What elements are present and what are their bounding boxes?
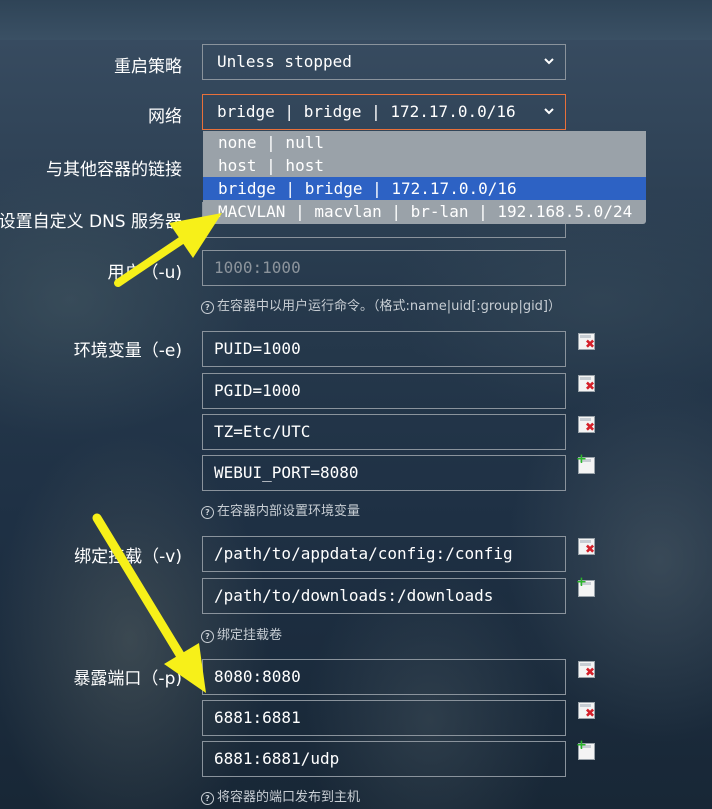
user-placeholder: 1000:1000 (214, 258, 301, 277)
network-option-bridge[interactable]: bridge | bridge | 172.17.0.0/16 (203, 177, 646, 200)
help-circle-icon: ? (201, 506, 214, 519)
env-input-2[interactable]: PGID=1000 (202, 373, 566, 409)
restart-policy-label: 重启策略 (114, 57, 182, 77)
network-option-host[interactable]: host | host (203, 154, 646, 177)
port-value: 8080:8080 (214, 667, 301, 686)
env-input-4[interactable]: WEBUI_PORT=8080 (202, 455, 566, 491)
help-circle-icon: ? (201, 792, 214, 805)
remove-row-icon[interactable]: ✖ (578, 538, 595, 555)
env-hint-text: 在容器内部设置环境变量 (217, 504, 361, 519)
env-value: PUID=1000 (214, 339, 301, 358)
add-row-icon[interactable]: + (576, 453, 595, 474)
help-circle-icon: ? (201, 630, 214, 643)
restart-policy-value: Unless stopped (217, 52, 352, 71)
user-label: 用户（-u) (107, 263, 182, 283)
env-input-1[interactable]: PUID=1000 (202, 331, 566, 367)
port-value: 6881:6881/udp (214, 749, 340, 768)
env-label: 环境变量（-e) (73, 341, 182, 361)
dns-label: 设置自定义 DNS 服务器 (0, 212, 182, 232)
network-select[interactable]: bridge | bridge | 172.17.0.0/16 (202, 94, 566, 130)
mount-value: /path/to/appdata/config:/config (214, 544, 513, 563)
env-value: TZ=Etc/UTC (214, 422, 311, 441)
mount-value: /path/to/downloads:/downloads (214, 586, 494, 605)
chevron-down-icon (544, 58, 554, 65)
mount-label: 绑定挂载（-v) (74, 547, 182, 567)
env-value: WEBUI_PORT=8080 (214, 463, 359, 482)
help-circle-icon: ? (201, 301, 214, 314)
mount-input-2[interactable]: /path/to/downloads:/downloads (202, 578, 566, 614)
remove-row-icon[interactable]: ✖ (578, 416, 595, 433)
remove-row-icon[interactable]: ✖ (578, 375, 595, 392)
ports-hint-text: 将容器的端口发布到主机 (217, 790, 361, 805)
port-input-3[interactable]: 6881:6881/udp (202, 741, 566, 777)
ports-hint: ? 将容器的端口发布到主机 (201, 786, 360, 805)
ports-label: 暴露端口（-p) (73, 669, 182, 689)
mount-input-1[interactable]: /path/to/appdata/config:/config (202, 536, 566, 572)
remove-row-icon[interactable]: ✖ (578, 333, 595, 350)
restart-policy-select[interactable]: Unless stopped (202, 44, 566, 80)
chevron-down-icon (544, 108, 554, 115)
network-dropdown[interactable]: none | null host | host bridge | bridge … (203, 131, 646, 224)
env-hint: ? 在容器内部设置环境变量 (201, 500, 360, 519)
env-value: PGID=1000 (214, 381, 301, 400)
mount-hint-text: 绑定挂载卷 (217, 628, 283, 643)
add-row-icon[interactable]: + (576, 739, 595, 760)
network-option-macvlan[interactable]: MACVLAN | macvlan | br-lan | 192.168.5.0… (203, 200, 646, 223)
remove-row-icon[interactable]: ✖ (578, 702, 595, 719)
user-hint-text: 在容器中以用户运行命令。（格式:name|uid[:group|gid]） (217, 299, 562, 314)
remove-row-icon[interactable]: ✖ (578, 661, 595, 678)
network-label: 网络 (148, 107, 182, 127)
add-row-icon[interactable]: + (576, 576, 595, 597)
top-bar (0, 0, 712, 40)
network-option-none[interactable]: none | null (203, 131, 646, 154)
port-value: 6881:6881 (214, 708, 301, 727)
network-value: bridge | bridge | 172.17.0.0/16 (217, 102, 516, 121)
user-input[interactable]: 1000:1000 (202, 250, 566, 286)
mount-hint: ? 绑定挂载卷 (201, 624, 282, 643)
env-input-3[interactable]: TZ=Etc/UTC (202, 414, 566, 450)
user-hint: ? 在容器中以用户运行命令。（格式:name|uid[:group|gid]） (201, 295, 561, 314)
port-input-2[interactable]: 6881:6881 (202, 700, 566, 736)
port-input-1[interactable]: 8080:8080 (202, 659, 566, 695)
links-label: 与其他容器的链接 (46, 160, 182, 180)
